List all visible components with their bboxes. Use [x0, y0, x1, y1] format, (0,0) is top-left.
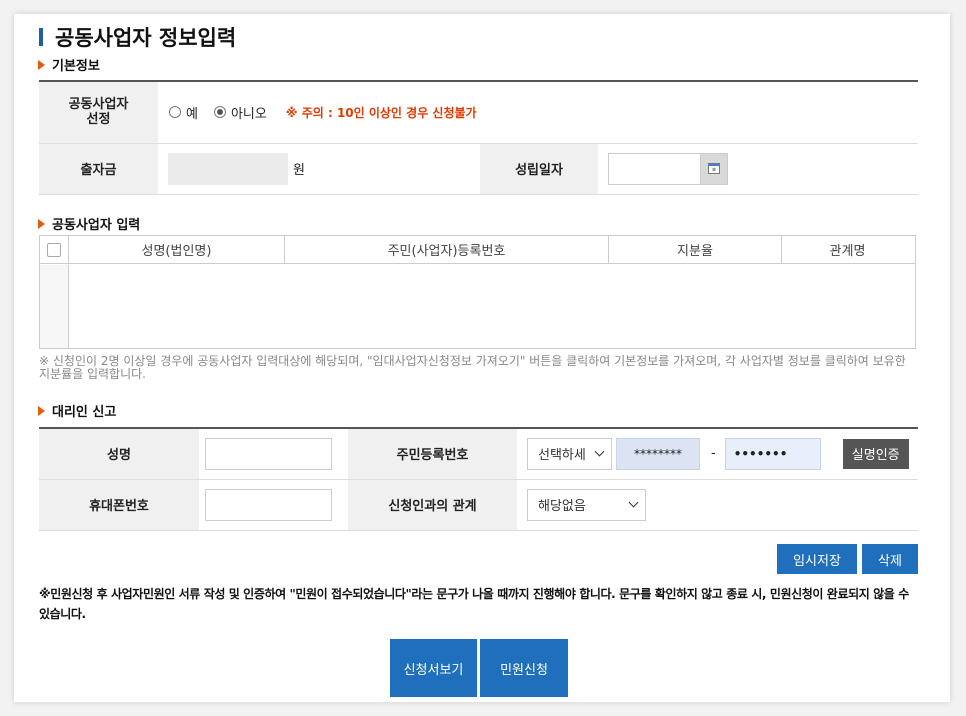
triangle-bullet-icon	[38, 59, 45, 70]
established-date-input[interactable]	[608, 152, 700, 185]
rrn-label: 주민등록번호	[348, 428, 517, 480]
verify-name-button[interactable]: 실명인증	[842, 438, 909, 469]
radio-no[interactable]: 아니오	[213, 103, 267, 122]
submission-notice: ※민원신청 후 사업자민원인 서류 작성 및 인증하여 "민원이 접수되었습니다…	[39, 587, 909, 621]
rrn-cell: 선택하세 ******** - ••••••• 실명인증	[517, 428, 918, 480]
capital-input[interactable]	[168, 152, 288, 185]
section-co-owner-input: 공동사업자 입력	[38, 214, 140, 233]
delete-button[interactable]: 삭제	[862, 544, 918, 574]
title-marker	[39, 28, 43, 46]
rrn-back-input[interactable]: •••••••	[724, 437, 821, 470]
triangle-bullet-icon	[38, 218, 45, 229]
phone-cell	[199, 479, 348, 531]
calendar-button[interactable]	[700, 152, 728, 185]
co-owner-options: 예 아니오 ※ 주의 : 10인 이상인 경우 신청불가	[158, 81, 918, 144]
column-header-share[interactable]: 지분율	[609, 236, 782, 263]
triangle-bullet-icon	[38, 405, 45, 416]
relation-label: 신청인과의 관계	[348, 479, 517, 531]
capital-unit: 원	[293, 163, 305, 178]
column-header-name[interactable]: 성명(법인명)	[69, 236, 285, 263]
select-all-cell	[40, 236, 69, 263]
temp-save-button[interactable]: 임시저장	[777, 544, 857, 574]
grid-row-marker-column	[40, 265, 69, 348]
capital-cell: 원	[158, 143, 480, 195]
phone-input[interactable]	[205, 488, 332, 521]
form-panel: 공동사업자 정보입력 기본정보 공동사업자 선정 예 아니오 ※ 주의: 10…	[14, 14, 950, 702]
chevron-down-icon	[594, 446, 605, 457]
agent-name-label: 성명	[39, 428, 199, 480]
phone-label: 휴대폰번호	[39, 479, 199, 531]
established-cell	[598, 143, 918, 195]
co-owner-label: 공동사업자 선정	[39, 81, 158, 144]
warning-text: ※ 주의 : 10인 이상인 경우 신청불가	[285, 105, 477, 120]
co-owner-grid: 성명(법인명) 주민(사업자)등록번호 지분율 관계명	[39, 235, 916, 349]
agent-name-cell	[199, 428, 348, 480]
radio-yes[interactable]: 예	[169, 103, 198, 122]
column-header-relation[interactable]: 관계명	[782, 236, 913, 263]
relation-select[interactable]: 해당없음	[527, 488, 646, 521]
relation-cell: 해당없음	[517, 479, 918, 531]
agent-table: 성명 주민등록번호 선택하세 ******** - ••••••• 실명인증 휴…	[39, 427, 918, 531]
radio-off-icon	[169, 106, 181, 119]
chevron-down-icon	[628, 497, 639, 508]
rrn-type-select[interactable]: 선택하세	[527, 437, 612, 470]
grid-header: 성명(법인명) 주민(사업자)등록번호 지분율 관계명	[40, 236, 915, 264]
calendar-icon	[708, 163, 720, 174]
co-owner-note: ※ 신청인이 2명 이상일 경우에 공동사업자 입력대상에 해당되며, "임대사…	[39, 354, 906, 381]
basic-info-table: 공동사업자 선정 예 아니오 ※ 주의 : 10인 이상인 경우 신청불가 출자…	[39, 80, 918, 195]
page-title: 공동사업자 정보입력	[39, 22, 236, 52]
agent-name-input[interactable]	[205, 437, 332, 470]
rrn-dash: -	[711, 446, 716, 462]
established-label: 성립일자	[480, 143, 598, 195]
rrn-front-input[interactable]: ********	[616, 437, 700, 470]
section-agent: 대리인 신고	[38, 401, 116, 420]
submit-complaint-button[interactable]: 민원신청	[480, 639, 568, 697]
radio-on-icon	[213, 106, 226, 119]
section-basic-info: 기본정보	[38, 55, 100, 74]
column-header-rrn[interactable]: 주민(사업자)등록번호	[285, 236, 609, 263]
capital-label: 출자금	[39, 143, 158, 195]
view-application-button[interactable]: 신청서보기	[390, 639, 477, 697]
select-all-checkbox[interactable]	[47, 242, 61, 257]
